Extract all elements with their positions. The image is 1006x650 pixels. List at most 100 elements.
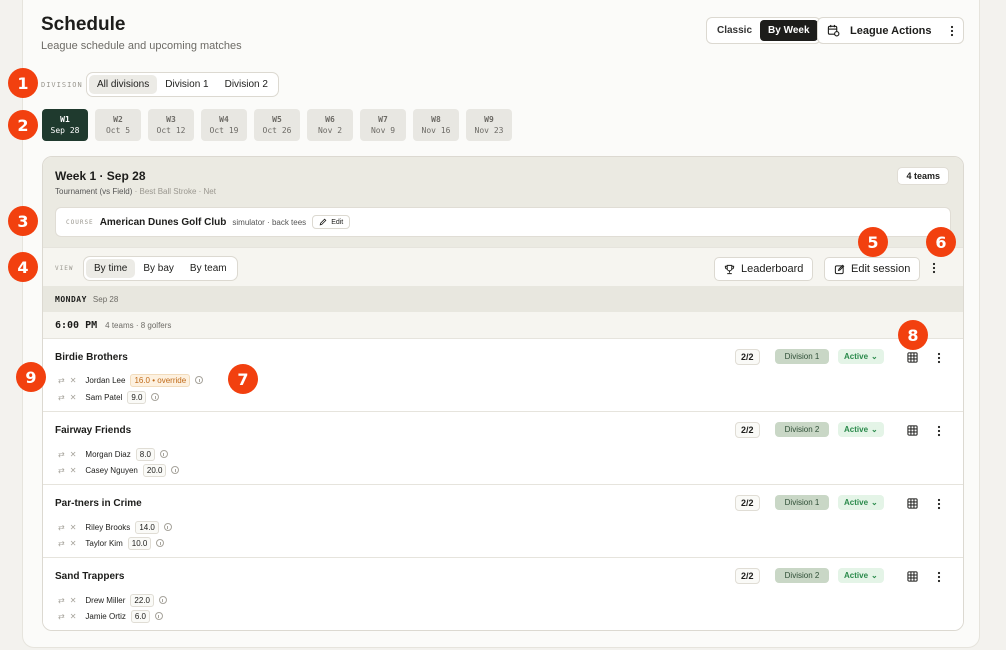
annotation-marker-2: 2	[8, 110, 38, 140]
swap-icon[interactable]: ⇄	[58, 466, 65, 475]
handicap-badge[interactable]: 14.0	[135, 520, 159, 534]
kebab-icon[interactable]	[937, 425, 941, 437]
kebab-icon[interactable]	[937, 352, 941, 364]
edit-session-button[interactable]: Edit session	[824, 257, 921, 281]
annotation-marker-3: 3	[8, 206, 38, 236]
timeslot-time: 6:00 PM	[55, 319, 98, 331]
view-mode-toggle: Classic By Week	[706, 17, 821, 44]
info-icon[interactable]	[158, 596, 167, 604]
division-option-all[interactable]: All divisions	[89, 75, 158, 94]
team-row: Sand Trappers ⇄ ✕ Drew Miller 22.0 ⇄ ✕ Jam…	[43, 557, 963, 630]
handicap-badge[interactable]: 10.0	[127, 536, 152, 550]
view-toolbar: VIEW By time By bay By team Leaderboard …	[43, 247, 963, 286]
day-header: MONDAY Sep 28	[43, 286, 963, 312]
week-tab-6[interactable]: W6 Nov 2	[307, 109, 353, 141]
handicap-badge[interactable]: 16.0 • override	[130, 373, 191, 387]
info-icon[interactable]	[159, 450, 168, 458]
week-tab-2[interactable]: W2 Oct 5	[95, 109, 141, 141]
info-icon[interactable]	[171, 466, 180, 474]
swap-icon[interactable]: ⇄	[58, 523, 65, 532]
player-name: Taylor Kim	[85, 538, 123, 548]
handicap-badge[interactable]: 20.0	[142, 463, 167, 477]
division-filter: All divisions Division 1 Division 2	[86, 72, 279, 97]
division-option-1[interactable]: Division 1	[157, 75, 216, 94]
handicap-badge[interactable]: 8.0	[135, 447, 155, 461]
week-tab-3[interactable]: W3 Oct 12	[148, 109, 194, 141]
view-selector: By time By bay By team	[83, 256, 238, 281]
info-icon[interactable]	[151, 393, 160, 401]
week-tab-7[interactable]: W7 Nov 9	[360, 109, 406, 141]
status-dropdown[interactable]: Active ⌄	[838, 568, 884, 583]
handicap-badge[interactable]: 9.0	[127, 390, 147, 404]
info-icon[interactable]	[154, 612, 163, 620]
handicap-badge[interactable]: 6.0	[130, 609, 150, 623]
session-more-icon[interactable]	[932, 262, 936, 274]
kebab-icon[interactable]	[937, 498, 941, 510]
chevron-down-icon: ⌄	[871, 425, 878, 434]
close-icon[interactable]: ✕	[70, 376, 77, 385]
info-icon[interactable]	[195, 376, 204, 384]
team-row: Par-tners in Crime ⇄ ✕ Riley Brooks 14.0 …	[43, 484, 963, 558]
grid-icon[interactable]	[907, 498, 918, 509]
player-row: ⇄ ✕ Riley Brooks 14.0	[58, 520, 172, 534]
status-dropdown[interactable]: Active ⌄	[838, 349, 884, 364]
grid-icon[interactable]	[907, 425, 918, 436]
week-tab-1[interactable]: W1 Sep 28	[42, 109, 88, 141]
info-icon[interactable]	[156, 539, 165, 547]
swap-icon[interactable]: ⇄	[58, 450, 65, 459]
week-tab-9[interactable]: W9 Nov 23	[466, 109, 512, 141]
annotation-marker-8: 8	[898, 320, 928, 350]
close-icon[interactable]: ✕	[70, 596, 77, 605]
status-dropdown[interactable]: Active ⌄	[838, 422, 884, 437]
course-meta: simulator · back tees	[232, 217, 307, 227]
week-format: Tournament (vs Field) · Best Ball Stroke…	[55, 187, 216, 196]
player-row: ⇄ ✕ Taylor Kim 10.0	[58, 536, 165, 550]
week-title: Week 1 · Sep 28	[55, 169, 146, 183]
player-row: ⇄ ✕ Morgan Diaz 8.0	[58, 447, 168, 461]
annotation-marker-7: 7	[228, 364, 258, 394]
annotation-marker-6: 6	[926, 227, 956, 257]
page-subtitle: League schedule and upcoming matches	[41, 40, 242, 52]
course-box: COURSE American Dunes Golf Club simulato…	[55, 207, 951, 237]
kebab-icon[interactable]	[937, 571, 941, 583]
grid-icon[interactable]	[907, 571, 918, 582]
swap-icon[interactable]: ⇄	[58, 596, 65, 605]
close-icon[interactable]: ✕	[70, 466, 77, 475]
leaderboard-button[interactable]: Leaderboard	[714, 257, 814, 281]
close-icon[interactable]: ✕	[70, 612, 77, 621]
week-tab-5[interactable]: W5 Oct 26	[254, 109, 300, 141]
page-title: Schedule	[41, 14, 126, 35]
week-tab-8[interactable]: W8 Nov 16	[413, 109, 459, 141]
league-actions-button[interactable]: League Actions	[817, 17, 964, 44]
player-name: Sam Patel	[85, 392, 123, 402]
week-tab-4[interactable]: W4 Oct 19	[201, 109, 247, 141]
swap-icon[interactable]: ⇄	[58, 612, 65, 621]
player-name: Riley Brooks	[85, 522, 131, 532]
close-icon[interactable]: ✕	[70, 539, 77, 548]
grid-icon[interactable]	[907, 352, 918, 363]
close-icon[interactable]: ✕	[70, 450, 77, 459]
pencil-icon	[319, 218, 327, 226]
view-by-team[interactable]: By team	[182, 259, 235, 278]
mode-by-week-button[interactable]: By Week	[760, 20, 818, 41]
view-by-bay[interactable]: By bay	[135, 259, 182, 278]
info-icon[interactable]	[163, 523, 172, 531]
swap-icon[interactable]: ⇄	[58, 539, 65, 548]
kebab-icon	[950, 25, 954, 36]
timeslot-header: 6:00 PM 4 teams · 8 golfers	[43, 312, 963, 338]
view-by-time[interactable]: By time	[86, 259, 136, 278]
player-name: Drew Miller	[85, 595, 126, 605]
division-option-2[interactable]: Division 2	[217, 75, 276, 94]
team-count: 2/2	[735, 568, 760, 584]
swap-icon[interactable]: ⇄	[58, 376, 65, 385]
trophy-icon	[724, 264, 735, 274]
player-row: ⇄ ✕ Jordan Lee 16.0 • override	[58, 373, 204, 387]
swap-icon[interactable]: ⇄	[58, 393, 65, 402]
close-icon[interactable]: ✕	[70, 523, 77, 532]
team-count: 2/2	[735, 495, 760, 511]
mode-classic-button[interactable]: Classic	[709, 20, 760, 41]
handicap-badge[interactable]: 22.0	[130, 593, 154, 607]
close-icon[interactable]: ✕	[70, 393, 77, 402]
status-dropdown[interactable]: Active ⌄	[838, 495, 884, 510]
edit-course-button[interactable]: Edit	[312, 215, 351, 229]
